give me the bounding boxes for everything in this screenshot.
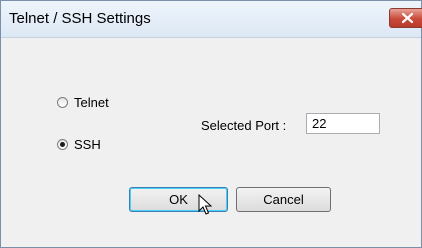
cancel-button[interactable]: Cancel	[236, 187, 331, 212]
title-bar[interactable]: Telnet / SSH Settings	[1, 1, 422, 38]
ssh-radio-button[interactable]	[57, 139, 68, 150]
ok-button[interactable]: OK	[129, 187, 228, 212]
selected-port-label: Selected Port :	[201, 118, 287, 133]
close-button[interactable]	[389, 8, 422, 28]
close-icon	[401, 12, 414, 24]
telnet-radio-option[interactable]: Telnet	[57, 95, 109, 110]
window-title: Telnet / SSH Settings	[9, 10, 151, 27]
ssh-radio-label: SSH	[74, 137, 101, 152]
selected-port-input[interactable]	[306, 113, 380, 134]
telnet-radio-button[interactable]	[57, 97, 68, 108]
ssh-radio-option[interactable]: SSH	[57, 137, 101, 152]
dialog-window: Telnet / SSH Settings Telnet SSH Selecte…	[0, 0, 422, 248]
telnet-radio-label: Telnet	[74, 95, 109, 110]
